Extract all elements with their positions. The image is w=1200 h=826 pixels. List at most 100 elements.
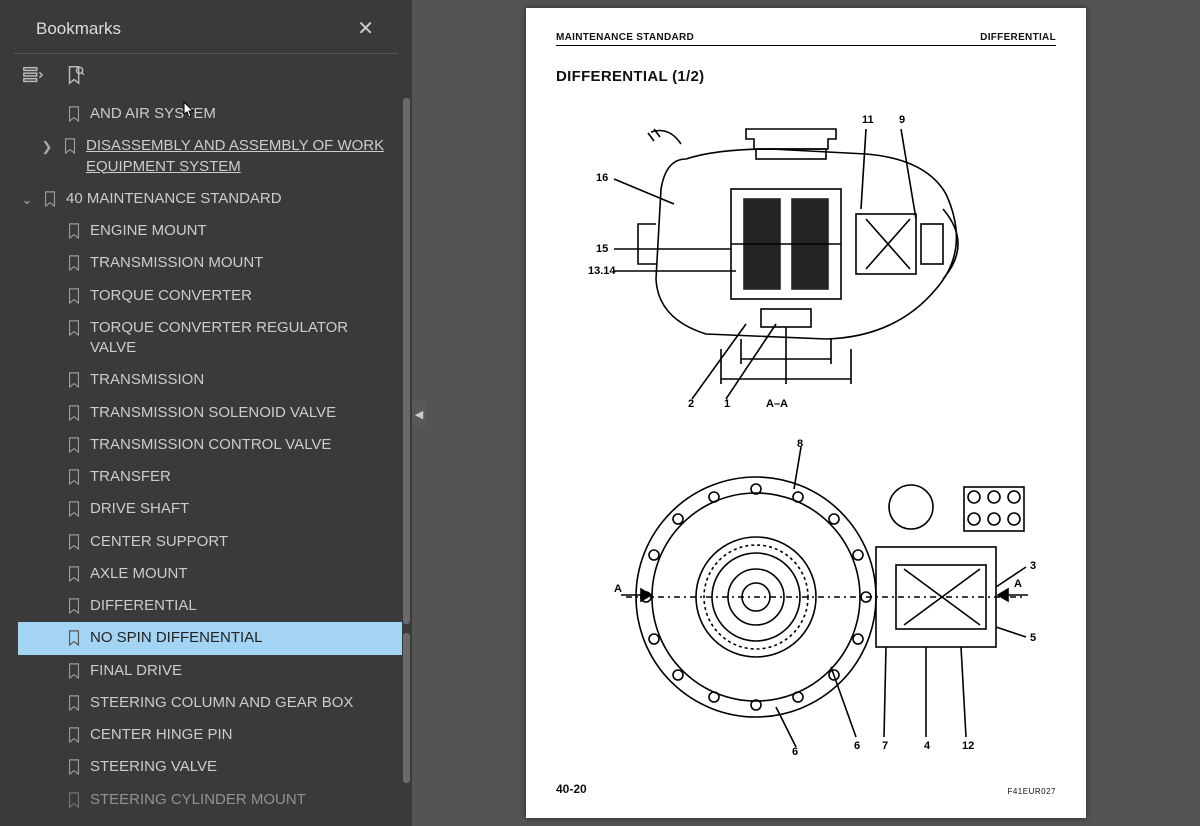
bookmark-item-steering-valve[interactable]: STEERING VALVE [18, 751, 402, 783]
bookmark-item-torque-converter-regulator-valve[interactable]: TORQUE CONVERTER REGULATOR VALVE [18, 312, 402, 365]
bookmark-label: CENTER SUPPORT [90, 532, 398, 552]
diagram-top: 16 15 13.14 2 1 11 9 A–A [556, 99, 1056, 409]
bookmark-item-transmission-mount[interactable]: TRANSMISSION MOUNT [18, 247, 402, 279]
chevron-left-icon: ◀ [415, 408, 423, 421]
bookmark-item-partial-air-system[interactable]: AND AIR SYSTEM [18, 98, 402, 130]
bookmark-icon [66, 500, 82, 518]
header-left: MAINTENANCE STANDARD [556, 32, 694, 43]
bookmark-item-engine-mount[interactable]: ENGINE MOUNT [18, 215, 402, 247]
bookmark-icon [66, 629, 82, 647]
bookmark-icon [66, 404, 82, 422]
callout-1314: 13.14 [588, 265, 616, 277]
page-footer: 40-20 F41EUR027 [556, 782, 1056, 796]
pdf-page: MAINTENANCE STANDARD DIFFERENTIAL DIFFER… [526, 8, 1086, 818]
callout-9: 9 [899, 114, 905, 126]
scrollbar-thumb[interactable] [403, 633, 410, 783]
chevron-right-icon[interactable]: ❯ [40, 138, 54, 156]
bookmark-item-drive-shaft[interactable]: DRIVE SHAFT [18, 493, 402, 525]
bookmark-item-center-hinge-pin[interactable]: CENTER HINGE PIN [18, 719, 402, 751]
bookmark-item-steering-column-gear-box[interactable]: STEERING COLUMN AND GEAR BOX [18, 687, 402, 719]
bookmark-item-axle-mount[interactable]: AXLE MOUNT [18, 558, 402, 590]
bookmark-item-transfer[interactable]: TRANSFER [18, 461, 402, 493]
callout-6: 6 [854, 740, 860, 752]
bookmark-icon [66, 254, 82, 272]
header-right: DIFFERENTIAL [980, 32, 1056, 43]
callout-2: 2 [688, 398, 694, 409]
bookmark-icon [66, 726, 82, 744]
bookmark-label: STEERING COLUMN AND GEAR BOX [90, 693, 398, 713]
bookmark-label: DRIVE SHAFT [90, 499, 398, 519]
callout-12: 12 [962, 740, 974, 752]
bookmark-label: 40 MAINTENANCE STANDARD [66, 189, 398, 209]
bookmark-icon [66, 287, 82, 305]
bookmark-icon [66, 436, 82, 454]
bookmark-label: FINAL DRIVE [90, 661, 398, 681]
diagram-bottom: 8 3 5 12 4 7 6 6 A A [556, 437, 1056, 757]
bookmark-label: TRANSMISSION CONTROL VALVE [90, 435, 398, 455]
bookmark-item-disassembly[interactable]: ❯ DISASSEMBLY AND ASSEMBLY OF WORK EQUIP… [18, 130, 402, 183]
bookmark-item-torque-converter[interactable]: TORQUE CONVERTER [18, 280, 402, 312]
bookmark-item-transmission[interactable]: TRANSMISSION [18, 364, 402, 396]
bookmark-label: STEERING CYLINDER MOUNT [90, 790, 398, 810]
scrollbar-thumb[interactable] [403, 98, 410, 624]
bookmark-icon [66, 105, 82, 123]
bookmark-item-transmission-control-valve[interactable]: TRANSMISSION CONTROL VALVE [18, 429, 402, 461]
bookmark-label: TRANSMISSION SOLENOID VALVE [90, 403, 398, 423]
callout-16: 16 [596, 172, 608, 184]
callout-1: 1 [724, 398, 730, 409]
bookmark-icon [66, 758, 82, 776]
bookmark-icon [66, 222, 82, 240]
bookmark-label: TORQUE CONVERTER [90, 286, 398, 306]
bookmark-icon [66, 533, 82, 551]
sidebar-header: Bookmarks ✕ [14, 0, 398, 54]
callout-15: 15 [596, 243, 608, 255]
document-viewport[interactable]: MAINTENANCE STANDARD DIFFERENTIAL DIFFER… [412, 0, 1200, 826]
list-options-icon[interactable] [22, 64, 44, 86]
bookmark-label: NO SPIN DIFFENENTIAL [90, 628, 398, 648]
page-title: DIFFERENTIAL (1/2) [556, 68, 1056, 85]
bookmark-icon [66, 694, 82, 712]
callout-5: 5 [1030, 632, 1036, 644]
bookmark-icon [42, 190, 58, 208]
bookmark-item-steering-cylinder-mount[interactable]: STEERING CYLINDER MOUNT [18, 784, 402, 816]
bookmark-item-differential[interactable]: DIFFERENTIAL [18, 590, 402, 622]
bookmark-icon [66, 597, 82, 615]
close-icon[interactable]: ✕ [351, 14, 380, 43]
chevron-down-icon[interactable]: ⌄ [20, 191, 34, 209]
callout-4: 4 [924, 740, 931, 752]
bookmark-tree[interactable]: AND AIR SYSTEM ❯ DISASSEMBLY AND ASSEMBL… [0, 94, 412, 826]
bookmark-icon [66, 371, 82, 389]
find-bookmark-icon[interactable] [64, 64, 86, 86]
callout-A-right: A [1014, 578, 1022, 590]
callout-A-left: A [614, 583, 622, 595]
bookmark-item-transmission-solenoid-valve[interactable]: TRANSMISSION SOLENOID VALVE [18, 397, 402, 429]
bookmark-section-40[interactable]: ⌄ 40 MAINTENANCE STANDARD [18, 183, 402, 215]
bookmark-label: TRANSMISSION [90, 370, 398, 390]
callout-3: 3 [1030, 560, 1036, 572]
callout-6b: 6 [792, 746, 798, 757]
callout-7: 7 [882, 740, 888, 752]
bookmark-item-no-spin-differential[interactable]: NO SPIN DIFFENENTIAL [18, 622, 402, 654]
bookmark-item-center-support[interactable]: CENTER SUPPORT [18, 526, 402, 558]
bookmark-label: AXLE MOUNT [90, 564, 398, 584]
bookmark-label: DIFFERENTIAL [90, 596, 398, 616]
bookmark-item-final-drive[interactable]: FINAL DRIVE [18, 655, 402, 687]
page-header: MAINTENANCE STANDARD DIFFERENTIAL [556, 32, 1056, 46]
collapse-sidebar-handle[interactable]: ◀ [412, 400, 426, 428]
bookmark-label: TRANSFER [90, 467, 398, 487]
bookmark-icon [66, 468, 82, 486]
bookmarks-sidebar: Bookmarks ✕ AND AIR SYSTEM [0, 0, 412, 826]
bookmark-label: TRANSMISSION MOUNT [90, 253, 398, 273]
bookmark-label: TORQUE CONVERTER REGULATOR VALVE [90, 318, 398, 359]
bookmark-label: STEERING VALVE [90, 757, 398, 777]
section-label: A–A [766, 398, 788, 409]
bookmark-icon [66, 662, 82, 680]
bookmark-icon [66, 319, 82, 337]
bookmark-label: DISASSEMBLY AND ASSEMBLY OF WORK EQUIPME… [86, 136, 398, 177]
bookmark-icon [66, 791, 82, 809]
bookmark-icon [62, 137, 78, 155]
sidebar-title: Bookmarks [36, 19, 121, 39]
diagram-area: 16 15 13.14 2 1 11 9 A–A [556, 99, 1056, 757]
bookmark-label: AND AIR SYSTEM [90, 104, 398, 124]
callout-8: 8 [797, 438, 803, 450]
